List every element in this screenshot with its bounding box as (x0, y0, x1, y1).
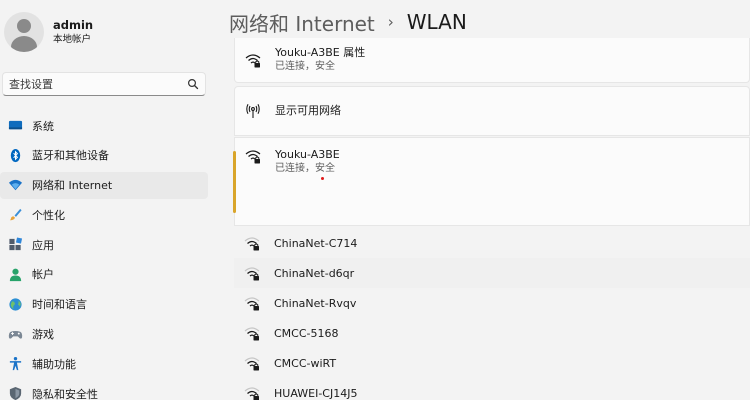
nav-item-label: 时间和语言 (32, 298, 87, 312)
network-name: CMCC-5168 (274, 326, 339, 340)
search-box[interactable] (2, 72, 206, 96)
accessibility-icon (7, 356, 23, 372)
nav-list: 系统 蓝牙和其他设备 网络和 Internet 个性化 应用 帐户 时间和语言 … (0, 112, 208, 400)
connected-network-status: 已连接，安全 (275, 163, 335, 174)
wifi-locked-icon (245, 53, 261, 67)
user-name: admin (53, 18, 94, 32)
network-item[interactable]: ChinaNet-C714 (234, 228, 750, 258)
selected-indicator (233, 151, 236, 213)
network-item[interactable]: ChinaNet-d6qr (234, 258, 750, 288)
nav-item-bluetooth[interactable]: 蓝牙和其他设备 (0, 142, 208, 169)
wifi-locked-icon (244, 267, 260, 281)
network-item[interactable]: ChinaNet-Rvqv (234, 288, 750, 318)
network-name: CMCC-wiRT (274, 356, 337, 370)
sidebar: admin 本地帐户 系统 蓝牙和其他设备 网络和 Internet (0, 0, 216, 400)
antenna-icon (246, 103, 260, 118)
nav-item-time-language[interactable]: 时间和语言 (0, 291, 208, 318)
wifi-locked-icon (244, 237, 260, 251)
user-profile[interactable]: admin 本地帐户 (4, 10, 93, 54)
nav-item-label: 辅助功能 (32, 357, 76, 371)
cursor-dot (321, 177, 324, 180)
system-icon (7, 118, 23, 134)
search-input[interactable] (9, 77, 187, 91)
network-name: ChinaNet-d6qr (274, 266, 355, 280)
nav-item-label: 游戏 (32, 328, 54, 342)
network-name: ChinaNet-Rvqv (274, 296, 357, 310)
connected-network-item[interactable]: Youku-A3BE 已连接，安全 (233, 137, 750, 226)
network-icon (7, 177, 23, 193)
network-name: ChinaNet-C714 (274, 236, 358, 250)
nav-item-label: 应用 (32, 238, 54, 252)
apps-icon (7, 237, 23, 253)
network-properties-card[interactable]: Youku-A3BE 属性 已连接，安全 (234, 38, 750, 83)
search-icon[interactable] (187, 78, 199, 90)
globe-icon (7, 296, 23, 312)
brush-icon (7, 207, 23, 223)
account-icon (7, 266, 23, 282)
nav-item-label: 隐私和安全性 (32, 387, 98, 400)
avatar[interactable] (4, 12, 44, 52)
network-name: HUAWEI-CJ14J5 (274, 386, 358, 400)
gamepad-icon (7, 326, 23, 342)
wifi-locked-icon (245, 150, 261, 164)
connected-network-name: Youku-A3BE (275, 148, 340, 161)
nav-item-label: 蓝牙和其他设备 (32, 149, 109, 163)
chevron-right-icon: › (387, 13, 394, 31)
nav-item-label: 系统 (32, 119, 54, 133)
page-title: WLAN (406, 10, 467, 34)
nav-item-label: 网络和 Internet (32, 179, 113, 193)
nav-item-privacy[interactable]: 隐私和安全性 (0, 380, 208, 400)
user-account-type: 本地帐户 (53, 34, 92, 45)
nav-item-personalization[interactable]: 个性化 (0, 201, 208, 228)
wifi-locked-icon (244, 387, 260, 400)
show-networks-label: 显示可用网络 (275, 104, 341, 117)
nav-item-network[interactable]: 网络和 Internet (0, 171, 208, 199)
properties-title: Youku-A3BE 属性 (275, 45, 366, 59)
nav-item-accounts[interactable]: 帐户 (0, 261, 208, 288)
show-available-networks-button[interactable]: 显示可用网络 (234, 86, 750, 136)
wifi-locked-icon (244, 357, 260, 371)
nav-item-accessibility[interactable]: 辅助功能 (0, 350, 208, 377)
nav-item-apps[interactable]: 应用 (0, 231, 208, 258)
bluetooth-icon (7, 147, 23, 163)
nav-item-label: 个性化 (32, 208, 65, 222)
properties-status: 已连接，安全 (275, 60, 335, 72)
nav-item-label: 帐户 (32, 268, 54, 282)
network-item[interactable]: HUAWEI-CJ14J5 (234, 378, 750, 400)
network-item[interactable]: CMCC-wiRT (234, 348, 750, 378)
wifi-locked-icon (244, 297, 260, 311)
available-networks-list: ChinaNet-C714 ChinaNet-d6qr ChinaNet-Rvq… (234, 228, 750, 400)
breadcrumb-parent[interactable]: 网络和 Internet (229, 8, 375, 37)
nav-item-gaming[interactable]: 游戏 (0, 321, 208, 348)
breadcrumb: 网络和 Internet › WLAN (229, 6, 467, 38)
network-item[interactable]: CMCC-5168 (234, 318, 750, 348)
wifi-locked-icon (244, 327, 260, 341)
nav-item-system[interactable]: 系统 (0, 112, 208, 139)
shield-icon (7, 386, 23, 400)
